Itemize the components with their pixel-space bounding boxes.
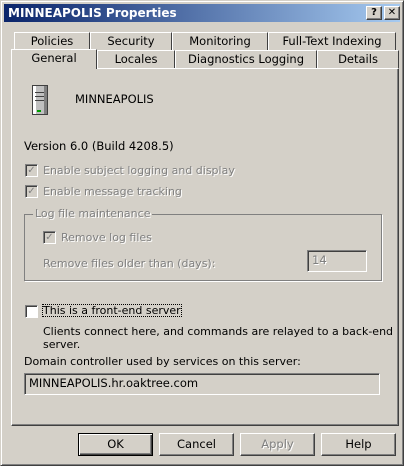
front-end-server-label: This is a front-end server — [42, 304, 182, 317]
message-tracking-label: Enable message tracking — [43, 185, 182, 198]
remove-log-files-checkbox[interactable]: ✓ — [43, 231, 56, 244]
window-title: MINNEAPOLIS Properties — [8, 6, 177, 20]
ok-button[interactable]: OK — [78, 433, 153, 456]
message-tracking-checkbox[interactable]: ✓ — [25, 185, 38, 198]
tab-security[interactable]: Security — [90, 32, 172, 50]
tab-general[interactable]: General — [11, 49, 97, 69]
help-button[interactable]: Help — [321, 433, 396, 456]
title-bar[interactable]: MINNEAPOLIS Properties ? ✕ — [4, 4, 400, 22]
close-button[interactable]: ✕ — [384, 6, 400, 20]
remove-older-than-days-field[interactable]: 14 — [307, 250, 367, 272]
server-name: MINNEAPOLIS — [75, 92, 154, 106]
cancel-button[interactable]: Cancel — [159, 433, 234, 456]
help-title-button[interactable]: ? — [366, 6, 382, 20]
version-label: Version 6.0 (Build 4208.5) — [24, 139, 174, 153]
apply-button[interactable]: Apply — [240, 433, 315, 456]
tab-locales[interactable]: Locales — [97, 50, 175, 68]
properties-dialog: MINNEAPOLIS Properties ? ✕ Policies Secu… — [0, 0, 404, 466]
domain-controller-label: Domain controller used by services on th… — [24, 355, 301, 368]
subject-logging-checkbox[interactable]: ✓ — [25, 164, 38, 177]
tab-monitoring[interactable]: Monitoring — [172, 32, 268, 50]
domain-controller-field[interactable]: MINNEAPOLIS.hr.oaktree.com — [24, 373, 380, 395]
tab-policies[interactable]: Policies — [14, 32, 90, 50]
subject-logging-label: Enable subject logging and display — [43, 164, 235, 177]
tab-full-text-indexing[interactable]: Full-Text Indexing — [268, 32, 396, 50]
front-end-server-checkbox[interactable] — [25, 305, 38, 318]
remove-log-files-label: Remove log files — [61, 231, 152, 244]
log-file-maintenance-label: Log file maintenance — [33, 207, 153, 220]
tab-diagnostics-logging[interactable]: Diagnostics Logging — [175, 50, 317, 68]
tab-details[interactable]: Details — [317, 50, 399, 68]
front-end-description: Clients connect here, and commands are r… — [43, 325, 394, 351]
remove-older-than-label: Remove files older than (days): — [43, 257, 216, 270]
server-icon — [32, 85, 48, 115]
